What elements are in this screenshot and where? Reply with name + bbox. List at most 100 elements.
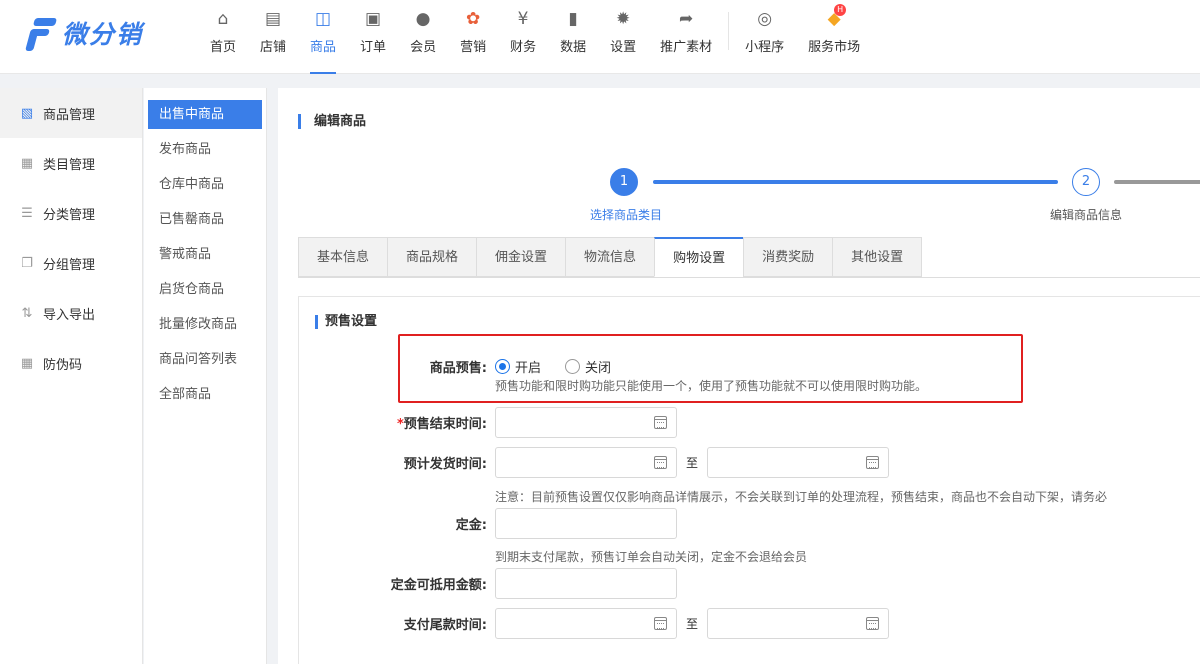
tab-consume-reward[interactable]: 消费奖励 xyxy=(743,237,833,277)
sidebar-item-category-manage[interactable]: ▦ 类目管理 xyxy=(0,138,142,188)
tab-spec[interactable]: 商品规格 xyxy=(387,237,477,277)
flower-icon: ✿ xyxy=(465,9,481,29)
main-content: 编辑商品 1 2 选择商品类目 编辑商品信息 基本信息 商品规格 佣金设置 物流… xyxy=(278,88,1200,664)
calendar-icon xyxy=(866,617,880,630)
sub-nav: 出售中商品 发布商品 仓库中商品 已售罄商品 警戒商品 启货仓商品 批量修改商品… xyxy=(144,88,267,664)
subnav-item-on-sale[interactable]: 出售中商品 xyxy=(148,100,262,129)
nav-item-finance[interactable]: ¥ 财务 xyxy=(498,0,548,74)
step-progress: 1 2 选择商品类目 编辑商品信息 xyxy=(278,168,1200,228)
presale-label: 商品预售: xyxy=(429,360,487,376)
share-arrow-icon: ➦ xyxy=(679,9,694,29)
subnav-item-launch-warehouse[interactable]: 启货仓商品 xyxy=(148,275,262,310)
nav-item-data[interactable]: ▮ 数据 xyxy=(548,0,598,74)
deposit-deduct-row: 定金可抵用金额: xyxy=(299,568,677,599)
product-manage-icon: ▧ xyxy=(20,105,34,121)
ship-time-hint: 注意：目前预售设置仅仅影响商品详情展示，不会关联到订单的处理流程，预售结束，商品… xyxy=(495,490,1108,504)
subnav-item-all-products[interactable]: 全部商品 xyxy=(148,380,262,415)
radio-checked-icon xyxy=(495,358,510,374)
nav-item-mini-program[interactable]: ◎ 小程序 xyxy=(733,0,796,74)
nav-item-marketing[interactable]: ✿ 营销 xyxy=(448,0,498,74)
subnav-item-sold-out[interactable]: 已售罄商品 xyxy=(148,205,262,240)
calendar-icon xyxy=(654,456,667,469)
presale-on-radio[interactable]: 开启 xyxy=(495,357,541,376)
tab-commission[interactable]: 佣金设置 xyxy=(476,237,566,277)
gear-icon: ✹ xyxy=(616,9,631,29)
final-pay-row: 支付尾款时间: 至 xyxy=(299,608,890,639)
deposit-deduct-input[interactable] xyxy=(495,568,677,599)
step-1-label: 选择商品类目 xyxy=(590,208,663,222)
sidebar-item-group-manage[interactable]: ❐ 分组管理 xyxy=(0,238,142,288)
end-time-row: *预售结束时间: xyxy=(299,407,677,438)
sidebar: ▧ 商品管理 ▦ 类目管理 ☰ 分类管理 ❐ 分组管理 ⇅ 导入导出 ▦ 防伪码 xyxy=(0,88,143,664)
deposit-input[interactable] xyxy=(495,508,677,539)
step-2-label: 编辑商品信息 xyxy=(1050,208,1123,222)
nav-item-promo-material[interactable]: ➦ 推广素材 xyxy=(648,0,724,74)
ship-time-end-input[interactable] xyxy=(707,447,890,478)
shopping-bag-icon: ◫ xyxy=(315,9,332,29)
final-pay-end-input[interactable] xyxy=(707,608,890,639)
nav-item-members[interactable]: ● 会员 xyxy=(398,0,448,74)
logo[interactable]: 微分销 xyxy=(25,14,144,52)
sidebar-item-product-manage[interactable]: ▧ 商品管理 xyxy=(0,88,142,138)
sidebar-item-anti-fake-code[interactable]: ▦ 防伪码 xyxy=(0,338,142,388)
subnav-item-batch-edit[interactable]: 批量修改商品 xyxy=(148,310,262,345)
subnav-item-qa-list[interactable]: 商品问答列表 xyxy=(148,345,262,380)
ship-time-start-input[interactable] xyxy=(495,447,677,478)
presale-panel: 预售设置 商品预售: 开启 关闭 预售功能和限时购功能只能使用一个，使用了预售功… xyxy=(298,296,1200,664)
users-icon: ● xyxy=(415,9,431,29)
step-line-pending xyxy=(1114,180,1200,184)
presale-off-radio[interactable]: 关闭 xyxy=(565,357,611,376)
subnav-item-publish[interactable]: 发布商品 xyxy=(148,135,262,170)
calendar-icon xyxy=(654,617,667,630)
category-grid-icon: ▦ xyxy=(20,155,34,171)
presale-hint: 预售功能和限时购功能只能使用一个，使用了预售功能就不可以使用限时购功能。 xyxy=(495,379,928,393)
store-icon: ▤ xyxy=(264,9,282,29)
step-line-done xyxy=(653,180,1058,184)
tab-logistics[interactable]: 物流信息 xyxy=(565,237,655,277)
final-pay-label: 支付尾款时间: xyxy=(403,618,487,633)
tab-basic-info[interactable]: 基本信息 xyxy=(298,237,388,277)
presale-toggle-row: 商品预售: 开启 关闭 xyxy=(299,356,635,376)
radio-unchecked-icon xyxy=(565,358,581,374)
nav-item-home[interactable]: ⌂ 首页 xyxy=(198,0,248,74)
tab-bar: 基本信息 商品规格 佣金设置 物流信息 购物设置 消费奖励 其他设置 xyxy=(298,237,923,277)
range-separator: 至 xyxy=(686,617,699,631)
deposit-row: 定金: xyxy=(299,508,677,539)
clipboard-icon: ▣ xyxy=(365,9,382,29)
sidebar-item-import-export[interactable]: ⇅ 导入导出 xyxy=(0,288,142,338)
brand-name: 微分销 xyxy=(62,20,144,49)
list-icon: ☰ xyxy=(21,205,33,221)
tab-shopping-settings[interactable]: 购物设置 xyxy=(654,237,744,277)
end-time-label: *预售结束时间: xyxy=(396,417,487,432)
calendar-icon xyxy=(654,416,667,429)
main-nav: ⌂ 首页 ▤ 店铺 ◫ 商品 ▣ 订单 ● 会员 ✿ 营销 ¥ 财务 ▮ 数据 xyxy=(198,0,872,74)
home-icon: ⌂ xyxy=(217,9,229,29)
bar-chart-icon: ▮ xyxy=(568,9,578,29)
yen-coin-icon: ¥ xyxy=(517,9,529,29)
nav-item-settings[interactable]: ✹ 设置 xyxy=(598,0,648,74)
calendar-icon xyxy=(866,456,880,469)
nav-item-service-market[interactable]: ◆ H 服务市场 xyxy=(796,0,872,74)
nav-divider xyxy=(728,12,730,50)
group-icon: ❐ xyxy=(21,255,33,271)
step-1-circle: 1 xyxy=(610,168,638,196)
sidebar-item-classification-manage[interactable]: ☰ 分类管理 xyxy=(0,188,142,238)
nav-item-products[interactable]: ◫ 商品 xyxy=(298,0,348,74)
logo-mark-icon xyxy=(25,14,58,52)
end-time-input[interactable] xyxy=(495,407,677,438)
deposit-deduct-label: 定金可抵用金额: xyxy=(390,578,487,593)
section-title: 预售设置 xyxy=(315,315,377,329)
range-separator: 至 xyxy=(686,456,699,470)
anti-fake-icon: ▦ xyxy=(20,355,34,371)
final-pay-start-input[interactable] xyxy=(495,608,677,639)
nav-item-orders[interactable]: ▣ 订单 xyxy=(348,0,398,74)
subnav-item-in-warehouse[interactable]: 仓库中商品 xyxy=(148,170,262,205)
top-bar: 微分销 ⌂ 首页 ▤ 店铺 ◫ 商品 ▣ 订单 ● 会员 ✿ 营销 ¥ 财务 ▮… xyxy=(0,0,1200,74)
tabs-divider xyxy=(298,277,1200,278)
subnav-item-alert[interactable]: 警戒商品 xyxy=(148,240,262,275)
tab-other-settings[interactable]: 其他设置 xyxy=(832,237,923,277)
nav-item-store[interactable]: ▤ 店铺 xyxy=(248,0,298,74)
mini-program-icon: ◎ xyxy=(757,9,773,29)
page-title: 编辑商品 xyxy=(298,114,366,129)
import-export-icon: ⇅ xyxy=(21,305,33,321)
